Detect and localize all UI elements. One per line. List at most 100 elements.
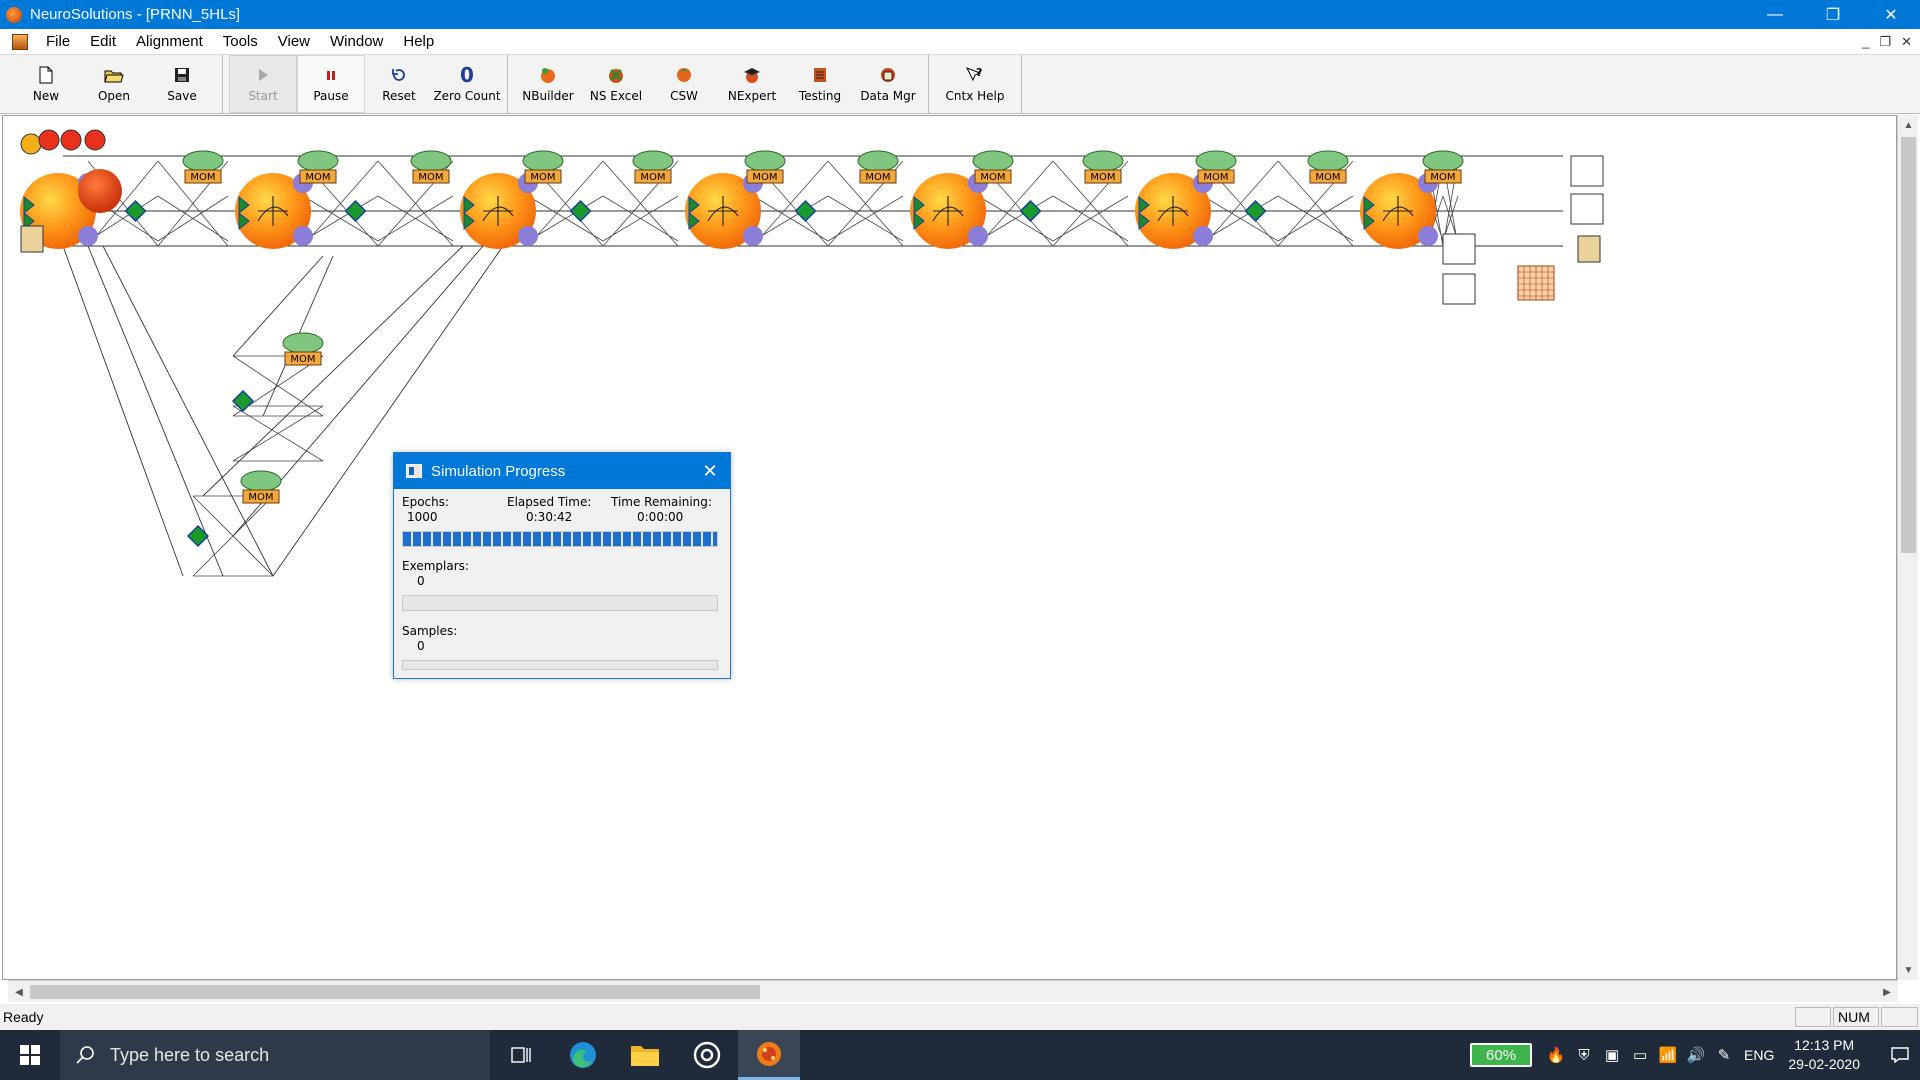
- file-explorer-button[interactable]: [614, 1030, 676, 1080]
- file-output-icon[interactable]: [1577, 235, 1601, 263]
- context-help-button-label: Cntx Help: [945, 89, 1005, 103]
- epochs-progress-fill: [403, 532, 717, 546]
- dialog-title-bar[interactable]: Simulation Progress ✕: [394, 453, 730, 489]
- horizontal-scrollbar[interactable]: ◀ ▶: [8, 980, 1898, 1002]
- svg-text:MOM: MOM: [752, 172, 777, 183]
- time-remaining-label: Time Remaining:: [611, 495, 712, 509]
- report-icon[interactable]: [1442, 233, 1476, 265]
- neurosolutions-taskbar-button[interactable]: [738, 1030, 800, 1080]
- controller-icon[interactable]: [60, 129, 82, 151]
- momentum-component[interactable]: [297, 150, 339, 172]
- menu-help[interactable]: Help: [393, 33, 444, 50]
- momentum-component[interactable]: [632, 150, 674, 172]
- vertical-scroll-thumb[interactable]: [1901, 137, 1916, 553]
- scroll-down-icon[interactable]: ▼: [1898, 960, 1919, 980]
- menu-file[interactable]: File: [36, 33, 80, 50]
- pause-button[interactable]: Pause: [297, 55, 365, 113]
- restore-button[interactable]: ❐: [1804, 0, 1862, 29]
- open-button[interactable]: Open: [80, 55, 148, 113]
- mdi-close-button[interactable]: ✕: [1901, 34, 1912, 50]
- report-icon[interactable]: [1570, 193, 1604, 225]
- zero-count-button[interactable]: 0 Zero Count: [433, 55, 501, 113]
- data-manager-button[interactable]: Data Mgr: [854, 55, 922, 113]
- momentum-component[interactable]: [1082, 150, 1124, 172]
- momentum-component[interactable]: [240, 470, 282, 492]
- horizontal-scroll-thumb[interactable]: [30, 985, 760, 999]
- samples-label: Samples:: [402, 624, 458, 638]
- mdi-restore-button[interactable]: ❐: [1879, 34, 1891, 50]
- volume-icon[interactable]: 🔊: [1682, 1030, 1710, 1080]
- menu-tools[interactable]: Tools: [213, 33, 268, 50]
- media-app-button[interactable]: [676, 1030, 738, 1080]
- controller-icon[interactable]: [38, 129, 60, 151]
- dialog-close-button[interactable]: ✕: [690, 453, 730, 489]
- dialog-title: Simulation Progress: [431, 462, 566, 480]
- breadboard-canvas[interactable]: MOM MOM MOM MOM MOM MOM MOM MOM MOM MOM MOM MOM MOM M…: [2, 115, 1897, 980]
- context-help-button[interactable]: ? Cntx Help: [935, 55, 1015, 113]
- battery-saver-icon[interactable]: ▭: [1626, 1030, 1654, 1080]
- search-placeholder: Type here to search: [110, 1044, 270, 1065]
- svg-text:MOM: MOM: [530, 172, 555, 183]
- ime-icon[interactable]: ▣: [1598, 1030, 1626, 1080]
- momentum-component[interactable]: [410, 150, 452, 172]
- reset-button[interactable]: Reset: [365, 55, 433, 113]
- vertical-scrollbar[interactable]: ▲ ▼: [1897, 115, 1918, 980]
- flame-icon[interactable]: 🔥: [1542, 1030, 1570, 1080]
- momentum-component[interactable]: [744, 150, 786, 172]
- window-title: NeuroSolutions - [PRNN_5HLs]: [30, 6, 241, 23]
- menu-edit[interactable]: Edit: [80, 33, 126, 50]
- controller-icon[interactable]: [84, 129, 106, 151]
- scroll-left-icon[interactable]: ◀: [10, 983, 28, 1001]
- task-view-button[interactable]: [490, 1030, 552, 1080]
- context-help-icon: ?: [964, 65, 986, 85]
- momentum-component[interactable]: [282, 332, 324, 354]
- num-lock-indicator: NUM: [1833, 1007, 1879, 1027]
- report-icon[interactable]: [1570, 155, 1604, 187]
- save-button[interactable]: Save: [148, 55, 216, 113]
- document-icon[interactable]: [12, 33, 28, 50]
- elapsed-time-value: 0:30:42: [526, 510, 573, 524]
- momentum-component[interactable]: [857, 150, 899, 172]
- taskbar-clock[interactable]: 12:13 PM 29-02-2020: [1788, 1036, 1860, 1074]
- nexpert-button[interactable]: NExpert: [718, 55, 786, 113]
- close-button[interactable]: ✕: [1862, 0, 1920, 29]
- wifi-icon[interactable]: 📶: [1654, 1030, 1682, 1080]
- scroll-right-icon[interactable]: ▶: [1878, 983, 1896, 1001]
- neurosolutions-app-icon[interactable]: [6, 6, 22, 23]
- new-button[interactable]: New: [12, 55, 80, 113]
- report-icon[interactable]: [1442, 273, 1476, 305]
- mdi-minimize-button[interactable]: _: [1862, 34, 1869, 50]
- shield-icon[interactable]: ⛨: [1570, 1030, 1598, 1080]
- menu-window[interactable]: Window: [320, 33, 393, 50]
- testing-button[interactable]: Testing: [786, 55, 854, 113]
- play-icon: [252, 65, 274, 85]
- momentum-component[interactable]: [182, 150, 224, 172]
- momentum-component[interactable]: [1422, 150, 1464, 172]
- ns-excel-button[interactable]: NS Excel: [582, 55, 650, 113]
- momentum-component[interactable]: [522, 150, 564, 172]
- csw-button[interactable]: CSW: [650, 55, 718, 113]
- minimize-button[interactable]: —: [1746, 0, 1804, 29]
- momentum-component[interactable]: [972, 150, 1014, 172]
- momentum-component[interactable]: [1195, 150, 1237, 172]
- start-button[interactable]: [0, 1030, 60, 1080]
- start-button[interactable]: Start: [229, 55, 297, 113]
- scroll-up-icon[interactable]: ▲: [1898, 115, 1919, 135]
- pen-icon[interactable]: ✎: [1710, 1030, 1738, 1080]
- exemplars-progress-bar: [402, 595, 718, 611]
- menu-view[interactable]: View: [268, 33, 320, 50]
- controller-icon[interactable]: [20, 133, 42, 155]
- menu-alignment[interactable]: Alignment: [126, 33, 213, 50]
- notification-center-button[interactable]: [1880, 1030, 1920, 1080]
- elapsed-time-label: Elapsed Time:: [507, 495, 592, 509]
- momentum-component[interactable]: [1307, 150, 1349, 172]
- nbuilder-icon: [537, 65, 559, 85]
- nbuilder-button[interactable]: NBuilder: [514, 55, 582, 113]
- file-input-icon[interactable]: [20, 225, 44, 253]
- battery-indicator[interactable]: 60%: [1470, 1043, 1533, 1067]
- language-indicator[interactable]: ENG: [1744, 1047, 1774, 1063]
- taskbar-search-box[interactable]: Type here to search: [60, 1030, 490, 1080]
- edge-browser-button[interactable]: [552, 1030, 614, 1080]
- svg-text:MOM: MOM: [1203, 172, 1228, 183]
- bias-node[interactable]: [78, 169, 122, 213]
